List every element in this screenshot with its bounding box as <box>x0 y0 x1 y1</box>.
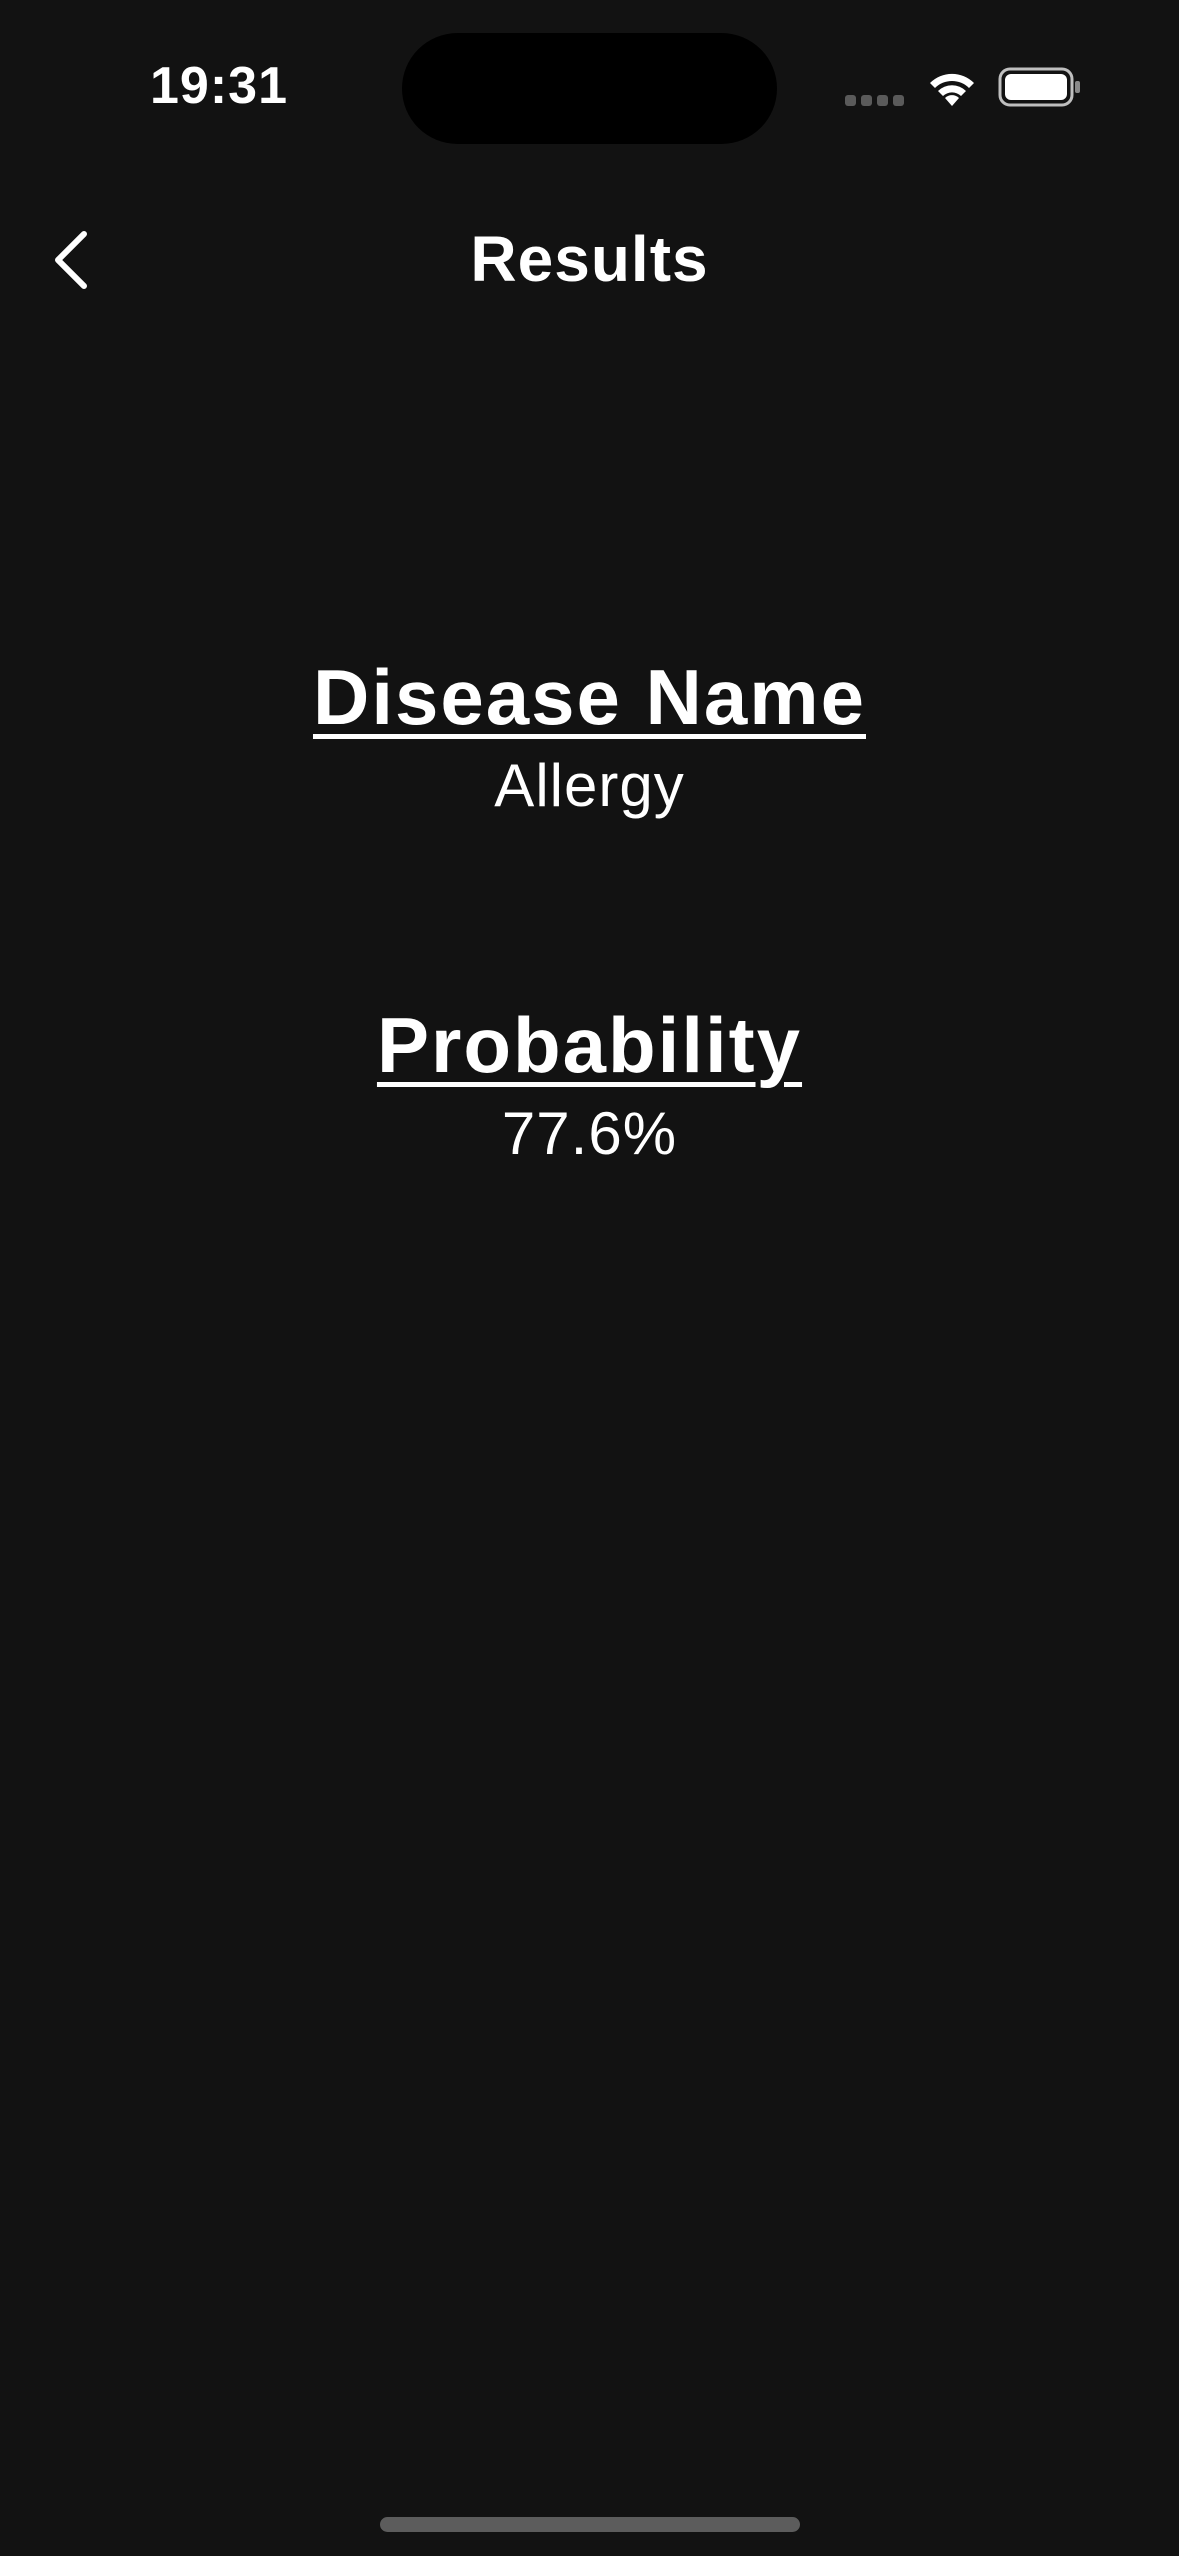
probability-value: 77.6% <box>501 1099 678 1167</box>
disease-section: Disease Name Allergy <box>0 653 1179 820</box>
status-time: 19:31 <box>150 57 288 115</box>
page-title: Results <box>470 223 709 295</box>
disease-name-heading: Disease Name <box>312 653 866 741</box>
home-indicator[interactable] <box>380 2517 800 2532</box>
battery-icon <box>998 67 1080 107</box>
wifi-icon <box>930 73 974 106</box>
dynamic-island <box>402 33 777 144</box>
disease-name-value: Allergy <box>494 751 685 819</box>
probability-section: Probability 77.6% <box>0 1001 1179 1168</box>
status-bar: 19:31 <box>0 0 1179 180</box>
cellular-signal-icon <box>845 95 904 107</box>
navigation-bar: Results <box>0 200 1179 320</box>
probability-heading: Probability <box>376 1001 803 1089</box>
